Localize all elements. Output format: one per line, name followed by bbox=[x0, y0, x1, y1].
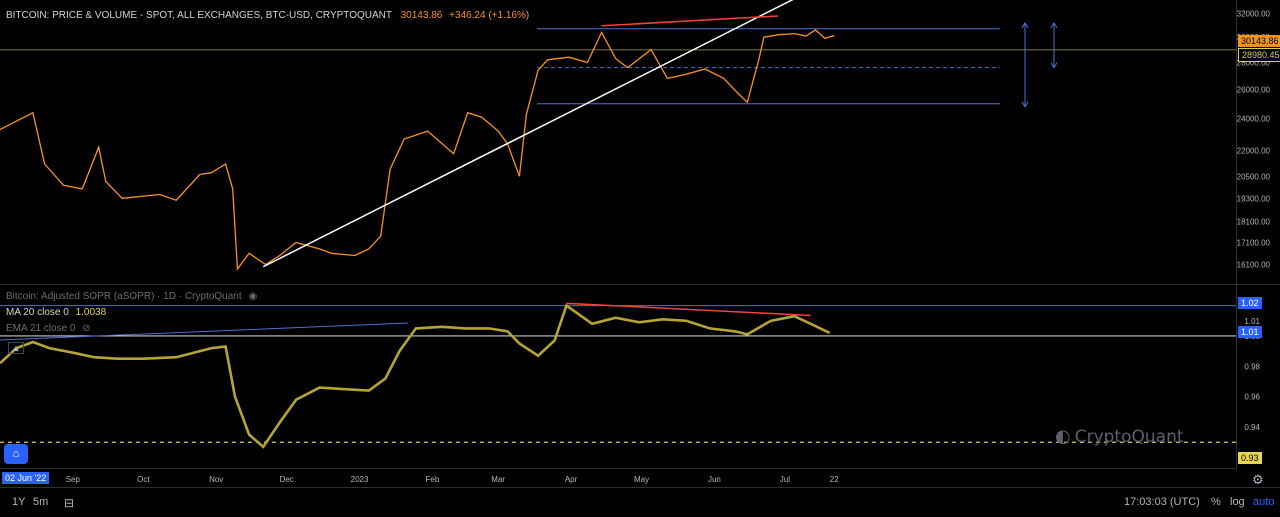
watermark-logo-icon: ◐ bbox=[1055, 426, 1071, 447]
date-tag: 02 Jun '22 bbox=[2, 472, 50, 484]
time-tick-label: Apr bbox=[565, 475, 578, 484]
sopr-tick-label: 0.96 bbox=[1244, 393, 1260, 402]
time-tick-label: 22 bbox=[830, 475, 839, 484]
price-tick-label: 32000.00 bbox=[1237, 10, 1271, 19]
support-trendline bbox=[262, 0, 794, 268]
eye-off-icon[interactable]: ⊘ bbox=[82, 323, 90, 334]
price-tick-label: 20500.00 bbox=[1237, 172, 1271, 181]
price-header: BITCOIN: PRICE & VOLUME - SPOT, ALL EXCH… bbox=[6, 10, 529, 21]
auto-toggle[interactable]: auto bbox=[1253, 496, 1274, 508]
price-change: +346.24 (+1.16%) bbox=[449, 10, 530, 21]
ma-value: 1.0038 bbox=[75, 307, 107, 318]
price-level-tag: 28980.45 bbox=[1238, 48, 1280, 62]
watermark: ◐ CryptoQuant bbox=[1055, 426, 1184, 447]
sopr-low-tag: 0.93 bbox=[1238, 452, 1262, 464]
bottom-toolbar: 1Y 5m ⊟ 17:03:03 (UTC) % log auto bbox=[0, 487, 1280, 517]
price-tick-label: 19300.00 bbox=[1237, 194, 1271, 203]
price-current-tag: 30143.86 bbox=[1238, 35, 1280, 47]
sopr-top-tag: 1.02 bbox=[1238, 297, 1262, 309]
price-value: 30143.86 bbox=[400, 10, 443, 21]
price-tick-label: 17100.00 bbox=[1237, 238, 1271, 247]
time-tick-label: Dec bbox=[280, 475, 294, 484]
range-1y-button[interactable]: 1Y bbox=[12, 496, 25, 508]
ema-label: EMA 21 close 0 bbox=[6, 323, 76, 334]
range-5m-button[interactable]: 5m bbox=[33, 496, 48, 508]
log-toggle[interactable]: log bbox=[1230, 496, 1245, 508]
price-series-line bbox=[0, 29, 835, 271]
eye-icon[interactable]: ◉ bbox=[248, 291, 257, 302]
time-tick-label: May bbox=[634, 475, 649, 484]
chart-canvas: 16100.00 17100.00 18100.00 19300.00 20500.00… bbox=[0, 0, 1280, 484]
time-tick-label: Sep bbox=[66, 475, 81, 484]
date-range-icon[interactable]: ⊟ bbox=[64, 496, 74, 510]
sopr-current-tag: 1.01 bbox=[1238, 326, 1262, 338]
axes: 16100.00 17100.00 18100.00 19300.00 20500.00… bbox=[66, 10, 1271, 484]
sopr-title: Bitcoin: Adjusted SOPR (aSOPR) · 1D · Cr… bbox=[6, 291, 242, 302]
sopr-pane bbox=[0, 302, 1236, 449]
time-tick-label: 2023 bbox=[351, 475, 369, 484]
price-tick-label: 24000.00 bbox=[1237, 115, 1271, 124]
time-tick-label: Feb bbox=[426, 475, 440, 484]
clock-time[interactable]: 17:03:03 (UTC) bbox=[1124, 496, 1200, 508]
ema-legend: EMA 21 close 0 ⊘ bbox=[6, 323, 91, 334]
watermark-text: CryptoQuant bbox=[1074, 427, 1184, 447]
time-tick-label: Jul bbox=[780, 475, 790, 484]
ma-label: MA 20 close 0 bbox=[6, 307, 69, 318]
sopr-tick-label: 1.01 bbox=[1244, 317, 1260, 326]
time-tick-label: Oct bbox=[137, 475, 150, 484]
time-tick-label: Jun bbox=[708, 475, 721, 484]
price-tick-label: 26000.00 bbox=[1237, 85, 1271, 94]
ma-legend: MA 20 close 0 1.0038 bbox=[6, 307, 106, 318]
sopr-tick-label: 0.94 bbox=[1244, 423, 1260, 432]
time-tick-label: Nov bbox=[209, 475, 223, 484]
time-tick-label: Mar bbox=[491, 475, 505, 484]
settings-gear-icon[interactable]: ⚙ bbox=[1252, 472, 1264, 488]
price-tick-label: 22000.00 bbox=[1237, 146, 1271, 155]
percent-toggle[interactable]: % bbox=[1211, 496, 1221, 508]
price-pane bbox=[0, 0, 1236, 271]
collapse-icon[interactable]: ▲ bbox=[8, 342, 24, 354]
sopr-tick-label: 0.98 bbox=[1244, 362, 1260, 371]
price-title: BITCOIN: PRICE & VOLUME - SPOT, ALL EXCH… bbox=[6, 10, 392, 21]
price-tick-label: 16100.00 bbox=[1237, 260, 1271, 269]
price-tick-label: 18100.00 bbox=[1237, 218, 1271, 227]
sopr-series-line bbox=[0, 303, 831, 449]
sopr-header: Bitcoin: Adjusted SOPR (aSOPR) · 1D · Cr… bbox=[6, 291, 257, 302]
cryptoquant-badge-icon[interactable]: ⌂ bbox=[4, 444, 28, 464]
